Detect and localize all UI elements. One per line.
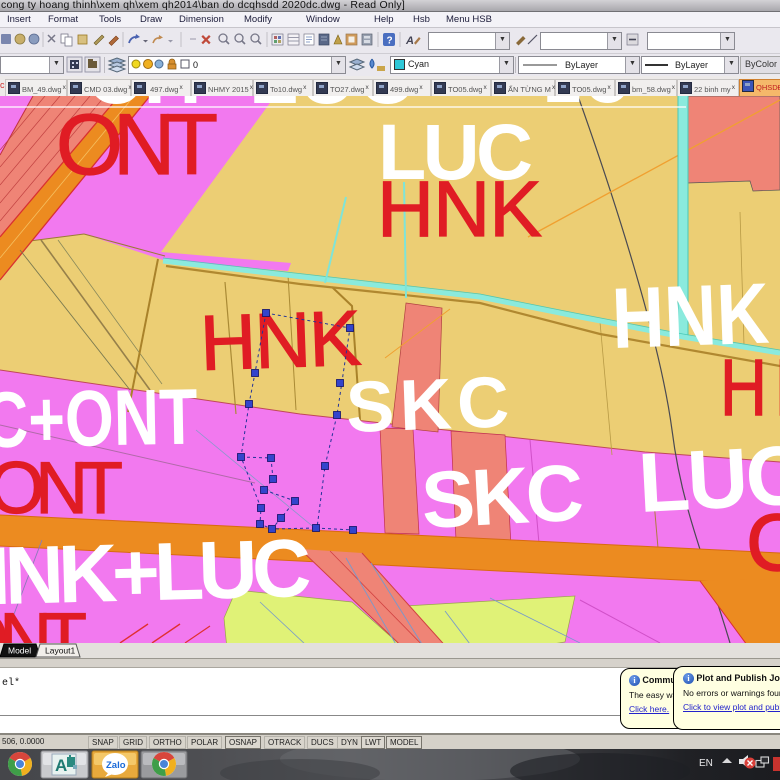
svg-text:HNK: HNK (199, 293, 363, 387)
svg-text:CL: CL (746, 498, 780, 588)
svg-text:Zalo: Zalo (106, 760, 126, 771)
svg-text:HNK: HNK (377, 164, 542, 253)
svg-text:Model: Model (8, 646, 31, 656)
svg-text:SKC: SKC (345, 362, 511, 448)
svg-text:ONT: ONT (0, 599, 87, 643)
svg-text:N: N (775, 343, 780, 432)
svg-text:ONT: ONT (0, 448, 123, 529)
svg-text:H: H (720, 343, 767, 432)
svg-text:ONT: ONT (56, 97, 218, 193)
svg-text:A: A (405, 35, 414, 47)
svg-text:A: A (55, 756, 67, 775)
svg-text:SKC: SKC (419, 448, 585, 545)
svg-text:2C: 2C (545, 96, 630, 119)
svg-text:Layout1: Layout1 (45, 646, 76, 656)
svg-text:?: ? (387, 36, 393, 47)
svg-text:EN: EN (699, 758, 713, 769)
